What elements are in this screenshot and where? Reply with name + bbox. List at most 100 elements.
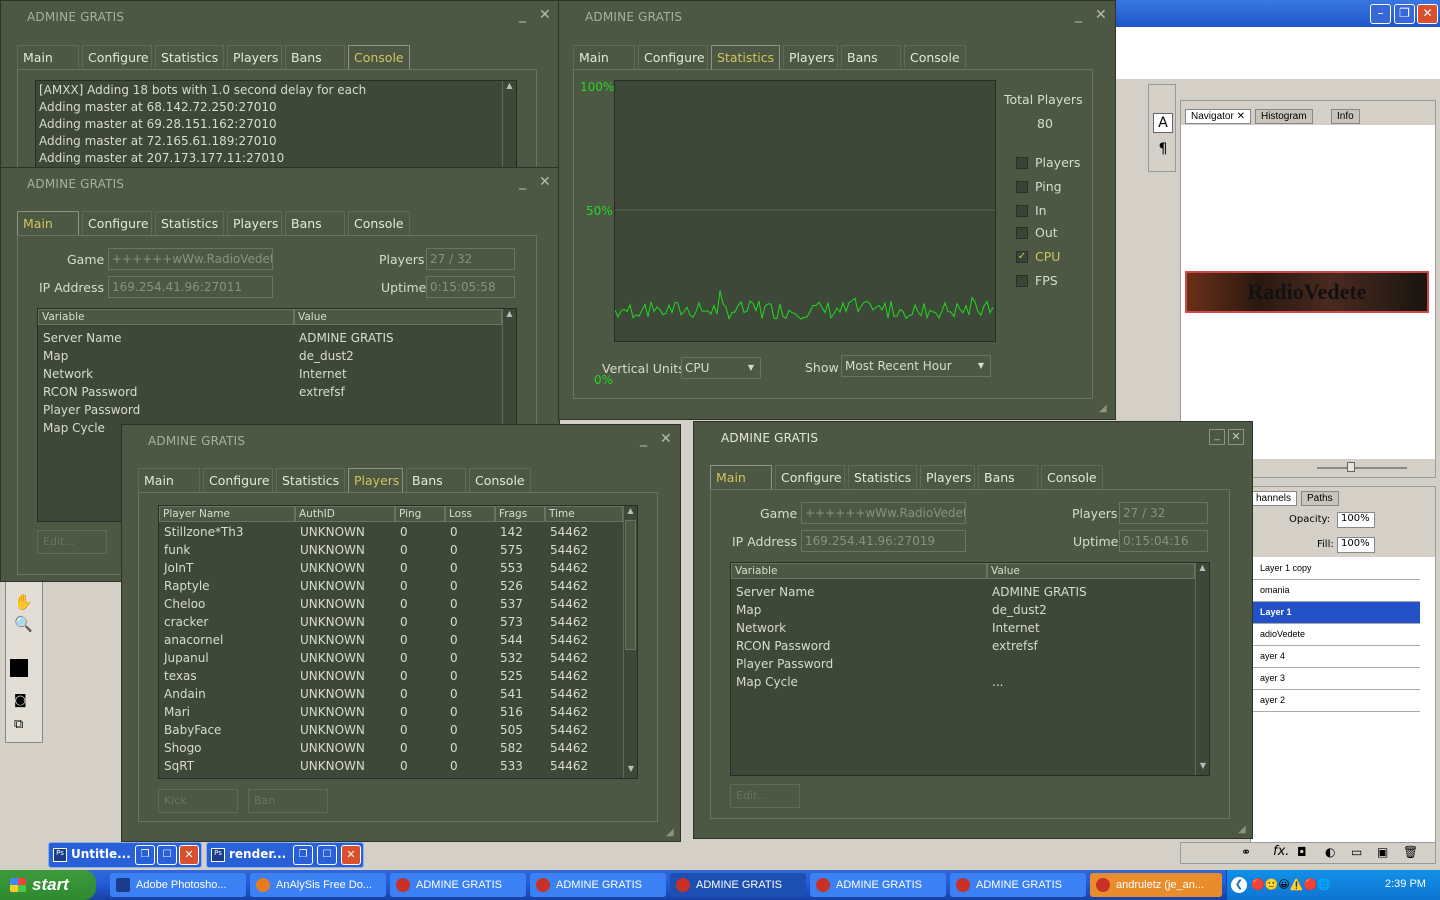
player-cell[interactable]: UNKNOWN [300,687,365,701]
opacity-input[interactable]: 100% [1337,512,1375,528]
player-cell[interactable]: 54462 [550,579,588,593]
player-cell[interactable]: Stillzone*Th3 [164,525,244,539]
column-header-time[interactable]: Time [545,506,623,522]
close-icon[interactable]: ✕ [341,845,361,865]
player-cell[interactable]: Shogo [164,741,202,755]
player-cell[interactable]: 0 [450,723,458,737]
minimized-doc-render[interactable]: Ps render... ❐ ☐ ✕ [206,842,364,868]
layer-row[interactable]: Layer 1 [1252,602,1420,624]
close-icon[interactable]: ✕ [1228,429,1244,445]
player-cell[interactable]: 525 [500,669,523,683]
resize-grip-icon[interactable]: ◢ [1099,403,1107,414]
restore-icon[interactable]: ❐ [293,845,313,865]
checkbox-players[interactable] [1016,157,1028,169]
tab-console[interactable]: Console [1041,465,1103,490]
player-cell[interactable]: 54462 [550,525,588,539]
player-cell[interactable]: funk [164,543,190,557]
tab-players[interactable]: Players [227,45,282,70]
tab-console[interactable]: Console [904,45,966,70]
close-icon[interactable]: ✕ [1095,7,1107,23]
player-cell[interactable]: 0 [400,579,408,593]
kick-button[interactable]: Kick [158,789,238,813]
maximize-icon[interactable]: ☐ [317,845,337,865]
console-output[interactable]: [AMXX] Adding 18 bots with 1.0 second de… [35,80,517,170]
link-layers-icon[interactable]: ⚭ [1241,845,1251,859]
player-cell[interactable]: 0 [400,615,408,629]
tray-app-icons[interactable]: 🔴🙂😀⚠️🔴🌐 [1251,878,1331,891]
tab-players[interactable]: Players [920,465,975,490]
column-header-player-name[interactable]: Player Name [159,506,295,522]
tab-navigator[interactable]: Navigator ✕ [1185,109,1251,124]
tab-paths[interactable]: Paths [1301,491,1339,506]
start-button[interactable]: start [0,870,96,900]
resize-grip-icon[interactable]: ◢ [666,827,674,838]
player-cell[interactable]: UNKNOWN [300,597,365,611]
vertical-units-select[interactable]: CPU ▼ [681,357,761,379]
layer-mask-icon[interactable]: ◘ [1297,845,1307,859]
new-group-icon[interactable]: ▭ [1351,845,1362,859]
player-cell[interactable]: 532 [500,651,523,665]
player-cell[interactable]: cracker [164,615,208,629]
fill-input[interactable]: 100% [1337,537,1375,553]
minimize-icon[interactable]: _ [519,7,526,23]
variable-column-header[interactable]: Variable [731,563,987,579]
player-cell[interactable]: UNKNOWN [300,543,365,557]
adjustment-layer-icon[interactable]: ◐ [1325,845,1335,859]
player-cell[interactable]: 0 [450,525,458,539]
player-cell[interactable]: 54462 [550,705,588,719]
close-icon[interactable]: ✕ [539,7,551,23]
player-cell[interactable]: 537 [500,597,523,611]
player-cell[interactable]: 0 [450,579,458,593]
taskbar-item[interactable]: ADMINE GRATIS [390,873,526,897]
server-variables-table[interactable]: Variable Value Server Name ADMINE GRATIS M… [730,562,1210,776]
taskbar-item[interactable]: AnAlySis Free Do... [250,873,386,897]
player-cell[interactable]: 54462 [550,741,588,755]
player-cell[interactable]: 582 [500,741,523,755]
ban-button[interactable]: Ban [248,789,328,813]
close-icon[interactable]: ✕ [660,431,672,447]
close-icon[interactable]: ✕ [539,174,551,190]
player-cell[interactable]: 54462 [550,543,588,557]
player-cell[interactable]: 142 [500,525,523,539]
player-cell[interactable]: 0 [450,687,458,701]
player-cell[interactable]: 0 [450,759,458,773]
player-cell[interactable]: SqRT [164,759,194,773]
taskbar-item[interactable]: ADMINE GRATIS [810,873,946,897]
hand-tool-icon[interactable]: ✋ [14,593,33,611]
player-cell[interactable]: Mari [164,705,190,719]
value-column-header[interactable]: Value [987,563,1195,579]
tab-configure[interactable]: Configure [82,45,152,70]
checkbox-cpu[interactable]: ✓ [1016,251,1028,263]
tab-bans[interactable]: Bans [406,468,466,493]
player-cell[interactable]: 575 [500,543,523,557]
taskbar-item[interactable]: Adobe Photosho... [110,873,246,897]
checkbox-fps[interactable] [1016,275,1028,287]
new-layer-icon[interactable]: ▣ [1377,845,1388,859]
tab-statistics[interactable]: Statistics [155,211,224,236]
player-cell[interactable]: 0 [450,669,458,683]
player-cell[interactable]: 0 [400,525,408,539]
player-cell[interactable]: 526 [500,579,523,593]
tab-main[interactable]: Main [138,468,200,493]
minimize-icon[interactable]: _ [640,431,647,447]
restore-icon[interactable]: ❐ [1394,4,1415,24]
show-range-select[interactable]: Most Recent Hour ▼ [841,355,991,377]
tab-console[interactable]: Console [348,45,410,70]
player-cell[interactable]: UNKNOWN [300,525,365,539]
taskbar-item[interactable]: ADMINE GRATIS [670,873,806,897]
character-icon[interactable]: A [1153,113,1173,133]
taskbar-item[interactable]: ADMINE GRATIS [530,873,666,897]
minimize-icon[interactable]: _ [1075,7,1082,23]
player-cell[interactable]: texas [164,669,197,683]
player-cell[interactable]: 0 [450,615,458,629]
tab-console[interactable]: Console [469,468,531,493]
close-icon[interactable]: ✕ [1417,4,1438,24]
tab-statistics[interactable]: Statistics [155,45,224,70]
layer-row[interactable]: ayer 3 [1252,668,1420,690]
foreground-color-swatch[interactable] [10,659,28,677]
player-cell[interactable]: 0 [400,687,408,701]
maximize-icon[interactable]: ☐ [157,845,177,865]
tray-expand-icon[interactable]: ❮ [1231,877,1247,893]
player-cell[interactable]: 54462 [550,615,588,629]
player-cell[interactable]: 0 [450,705,458,719]
